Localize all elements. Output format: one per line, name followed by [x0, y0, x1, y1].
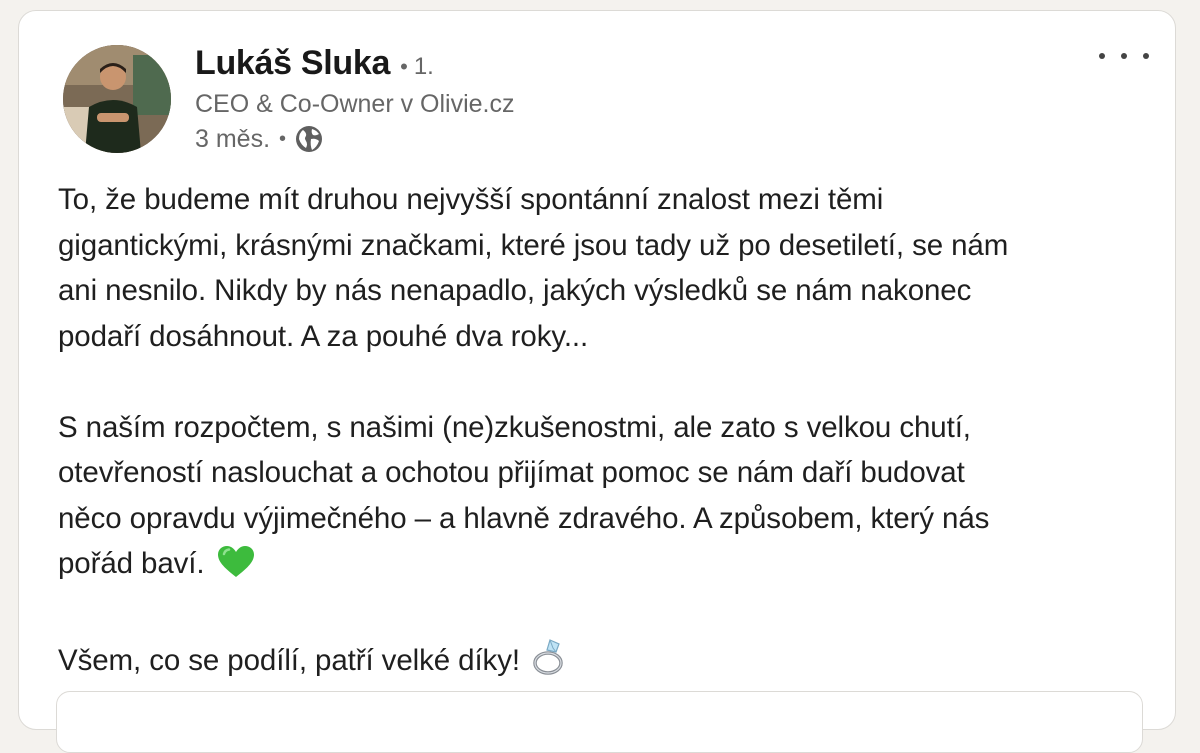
post-meta: 3 měs. •	[195, 124, 324, 154]
more-options-button[interactable]	[1099, 41, 1149, 71]
embedded-content-card[interactable]	[56, 691, 1143, 753]
post-paragraph: Všem, co se podílí, patří velké díky!	[58, 638, 1158, 690]
author-name[interactable]: Lukáš Sluka	[195, 44, 390, 83]
degree-separator: •	[400, 54, 408, 79]
green-heart-emoji	[217, 545, 255, 593]
connection-degree: 1.	[413, 53, 434, 80]
ring-emoji	[532, 638, 566, 690]
globe-icon	[294, 124, 324, 154]
post-timestamp[interactable]: 3 měs.	[195, 125, 270, 154]
post-card: Lukáš Sluka • 1. CEO & Co-Owner v Olivie…	[18, 10, 1176, 753]
author-avatar[interactable]	[63, 45, 171, 153]
post-paragraph: S naším rozpočtem, s našimi (ne)zkušenos…	[58, 405, 1158, 593]
ellipsis-icon	[1099, 53, 1105, 59]
post-paragraph: To, že budeme mít druhou nejvyšší spontá…	[58, 183, 1009, 353]
meta-separator: •	[279, 127, 287, 150]
author-line: Lukáš Sluka • 1.	[195, 44, 434, 83]
post-text: To, že budeme mít druhou nejvyšší spontá…	[58, 177, 1158, 690]
author-headline: CEO & Co-Owner v Olivie.cz	[195, 90, 515, 118]
